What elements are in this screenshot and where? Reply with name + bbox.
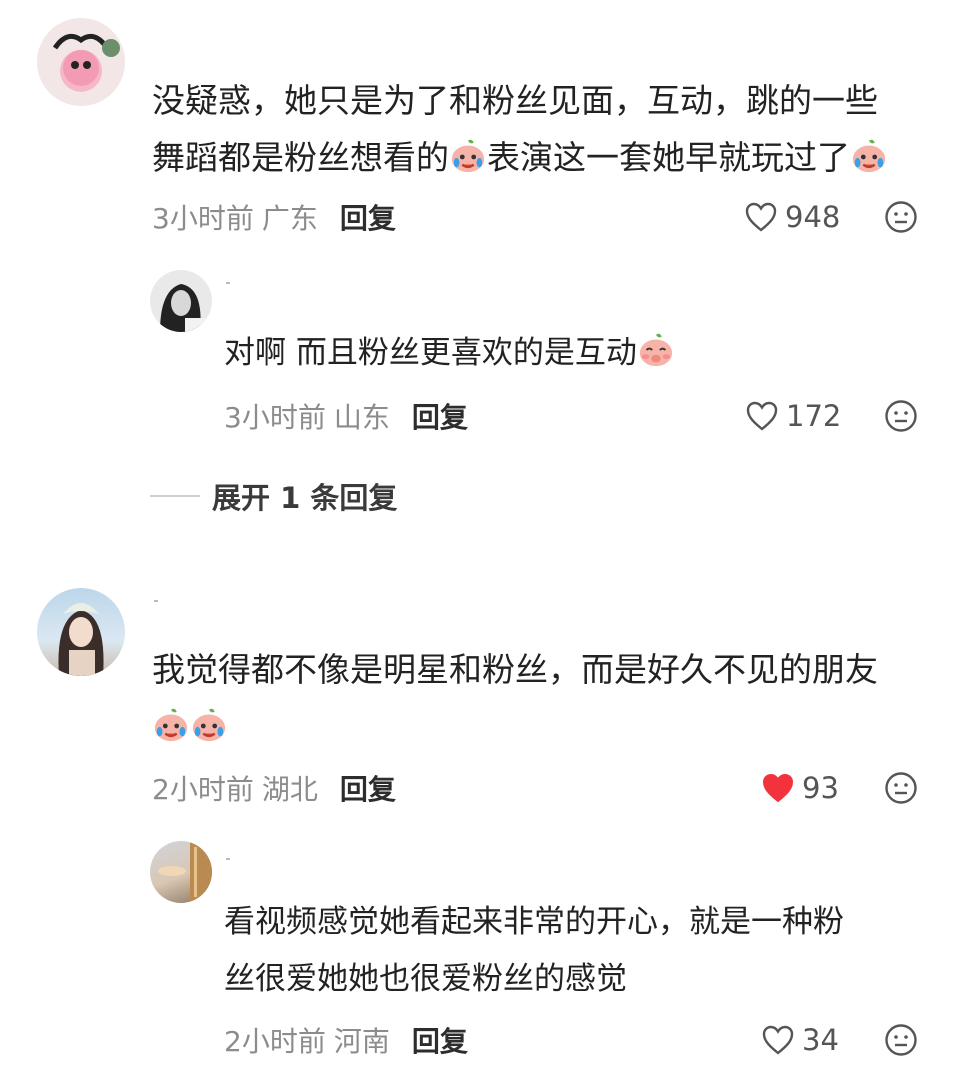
reply-button[interactable]: 回复 [340,197,396,237]
reply-time: 3小时前 [224,401,326,434]
comment-time: 2小时前 [152,773,254,806]
avatar[interactable] [37,18,125,106]
like-count: 93 [802,771,839,805]
heart-icon [745,202,777,232]
reply-location: 河南 [333,1025,390,1058]
comment-text-line: 我觉得都不像是明星和粉丝，而是好久不见的朋友 [152,650,878,689]
neutral-face-icon[interactable] [884,1023,918,1057]
crying-emoji-icon [852,139,886,173]
crying-emoji-icon [154,708,188,742]
like-button[interactable]: 948 [745,196,840,238]
reply-text-line: 看视频感觉她看起来非常的开心，就是一种粉 [224,904,844,940]
like-count: 948 [785,200,841,234]
comment-text: 我觉得都不像是明星和粉丝，而是好久不见的朋友 [152,641,932,750]
crying-emoji-icon [192,708,226,742]
reply-button[interactable]: 回复 [412,396,468,436]
comment-location: 广东 [261,202,318,235]
avatar-image [52,33,120,86]
heart-icon [746,401,778,431]
reply-time: 2小时前 [224,1025,326,1058]
reply-location: 山东 [333,401,390,434]
like-button[interactable]: 172 [746,395,841,437]
like-button[interactable]: 93 [762,767,839,809]
neutral-face-icon[interactable] [884,771,918,805]
comment-location: 湖北 [261,773,318,806]
comment-text: 没疑惑，她只是为了和粉丝见面，互动，跳的一些 舞蹈都是粉丝想看的 表演这一套她早就… [152,72,932,186]
reply-meta: 3小时前 山东 回复 [224,396,468,436]
reply-button[interactable]: 回复 [340,768,396,808]
comment-meta: 2小时前 湖北 回复 [152,768,396,808]
reply-meta: 2小时前 河南 回复 [224,1020,468,1060]
comment-text-segment: 舞蹈都是粉丝想看的 [152,138,449,177]
avatar-image [160,284,209,332]
comment-time: 3小时前 [152,202,254,235]
comment-text-line: 舞蹈都是粉丝想看的 表演这一套她早就玩过了 [152,129,932,186]
comment-text-segment: 表演这一套她早就玩过了 [487,138,850,177]
like-button[interactable]: 34 [762,1019,839,1061]
like-count: 172 [786,399,842,433]
avatar-image [58,603,104,676]
neutral-face-icon[interactable] [884,200,918,234]
shy-emoji-icon [639,333,673,367]
reply-text-segment: 对啊 而且粉丝更喜欢的是互动 [224,335,637,371]
expand-replies-button[interactable]: 展开 1 条回复 [150,476,397,516]
comment-meta: 3小时前 广东 回复 [152,197,396,237]
like-count: 34 [802,1023,839,1057]
avatar-image [158,841,212,903]
crying-emoji-icon [451,139,485,173]
comment-text-line [152,698,932,750]
reply-text-line: 丝很爱她她也很爱粉丝的感觉 [224,961,627,997]
heart-icon [762,773,794,803]
expand-replies-label: 展开 1 条回复 [212,481,398,515]
username-mark [154,600,158,602]
avatar[interactable] [37,588,125,676]
divider [150,495,200,497]
username-mark [226,858,230,860]
heart-icon [762,1025,794,1055]
avatar[interactable] [150,270,212,332]
avatar[interactable] [150,841,212,903]
reply-text: 对啊 而且粉丝更喜欢的是互动 [224,325,675,382]
neutral-face-icon[interactable] [884,399,918,433]
username-mark [226,282,230,284]
reply-text: 看视频感觉她看起来非常的开心，就是一种粉 丝很爱她她也很爱粉丝的感觉 [224,894,924,1008]
comment-text-line: 没疑惑，她只是为了和粉丝见面，互动，跳的一些 [152,81,878,120]
reply-button[interactable]: 回复 [412,1020,468,1060]
